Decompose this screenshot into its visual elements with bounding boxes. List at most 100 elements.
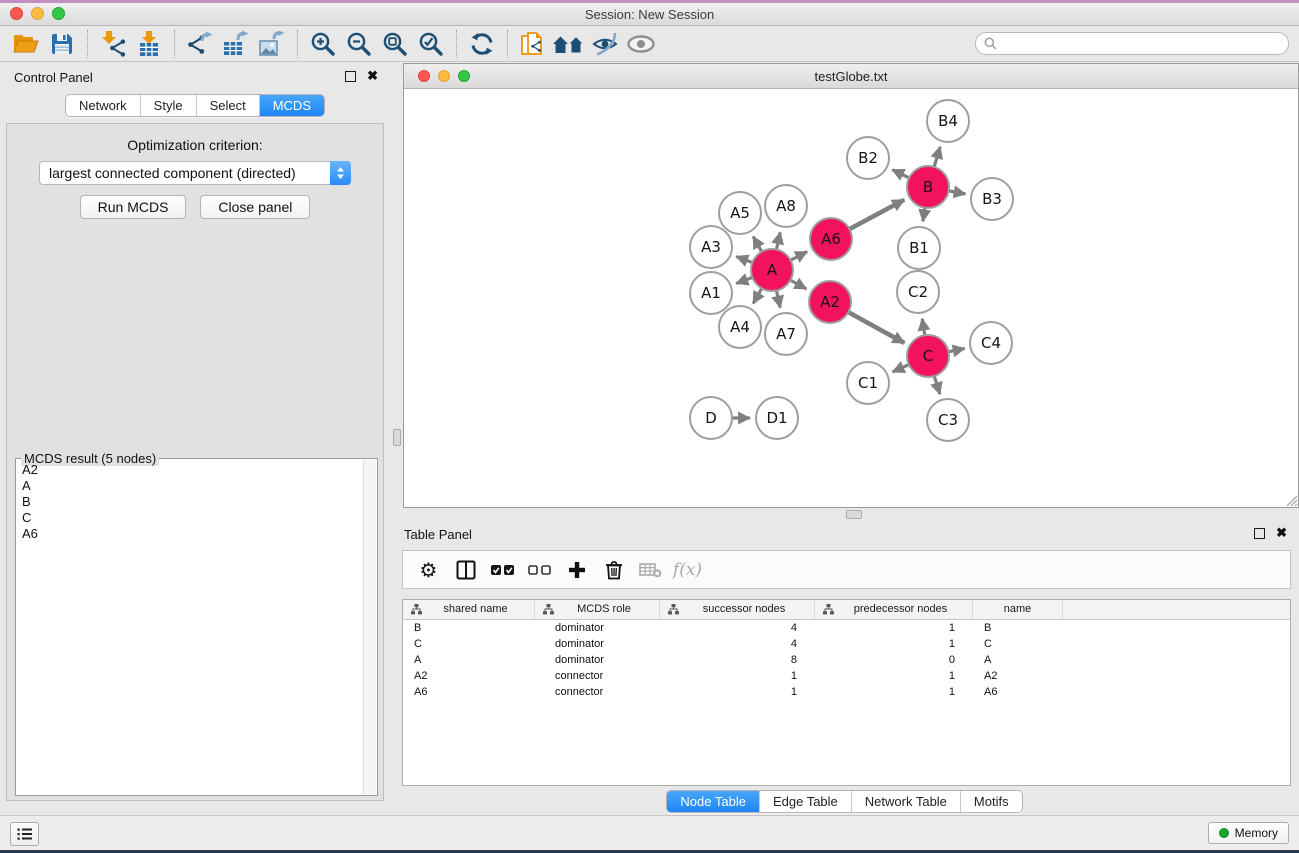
zoom-window-icon[interactable] xyxy=(52,7,65,20)
control-tab-select[interactable]: Select xyxy=(196,95,259,116)
control-panel-title: Control Panel xyxy=(14,70,93,85)
table-tab-motifs[interactable]: Motifs xyxy=(960,791,1022,812)
add-row-button[interactable] xyxy=(558,555,595,585)
table-cell[interactable]: dominator xyxy=(535,620,660,636)
deselect-all-button[interactable] xyxy=(521,555,558,585)
column-header-MCDS-role[interactable]: MCDS role xyxy=(535,600,660,619)
export-network-button[interactable] xyxy=(182,29,218,59)
minimize-window-icon[interactable] xyxy=(31,7,44,20)
delete-column-button[interactable] xyxy=(632,555,669,585)
search-field[interactable] xyxy=(975,32,1289,55)
table-cell[interactable]: A2 xyxy=(973,668,1063,684)
import-network-button[interactable] xyxy=(95,29,131,59)
column-header-shared-name[interactable]: shared name xyxy=(403,600,535,619)
memory-button[interactable]: Memory xyxy=(1208,822,1289,844)
delete-row-button[interactable] xyxy=(595,555,632,585)
table-cell[interactable]: C xyxy=(973,636,1063,652)
table-cell[interactable]: 1 xyxy=(815,636,973,652)
control-tab-network[interactable]: Network xyxy=(66,95,140,116)
close-window-icon[interactable] xyxy=(10,7,23,20)
titlebar[interactable]: Session: New Session xyxy=(0,3,1299,26)
export-table-button[interactable] xyxy=(218,29,254,59)
run-mcds-button[interactable]: Run MCDS xyxy=(80,195,187,219)
table-cell[interactable]: A6 xyxy=(403,684,535,700)
table-cell[interactable]: A xyxy=(973,652,1063,668)
table-cell[interactable]: 4 xyxy=(660,620,815,636)
network-minimize-icon[interactable] xyxy=(438,70,450,82)
table-cell[interactable]: connector xyxy=(535,684,660,700)
import-table-button[interactable] xyxy=(131,29,167,59)
show-all-button[interactable] xyxy=(623,29,659,59)
table-tab-network-table[interactable]: Network Table xyxy=(851,791,960,812)
show-column-button[interactable] xyxy=(447,555,484,585)
network-canvas[interactable]: B4B2BB3A8A5A6A3B1AA1C2A2A4A7C4CC1C3DD1 xyxy=(404,89,1298,507)
column-header-successor-nodes[interactable]: successor nodes xyxy=(660,600,815,619)
table-cell[interactable]: 0 xyxy=(815,652,973,668)
table-cell[interactable]: B xyxy=(973,620,1063,636)
table-row[interactable]: A2connector11A2 xyxy=(403,668,1290,684)
mcds-result-item[interactable]: A2 xyxy=(18,462,362,478)
table-cell[interactable]: dominator xyxy=(535,652,660,668)
optimization-criterion-select[interactable]: largest connected component (directed) xyxy=(39,161,351,185)
hide-selected-button[interactable] xyxy=(587,29,623,59)
table-row[interactable]: A6connector11A6 xyxy=(403,684,1290,700)
table-cell[interactable]: 1 xyxy=(660,684,815,700)
zoom-out-button[interactable] xyxy=(341,29,377,59)
network-close-icon[interactable] xyxy=(418,70,430,82)
select-all-button[interactable] xyxy=(484,555,521,585)
close-panel-button[interactable]: Close panel xyxy=(200,195,310,219)
graph-node-label-C2: C2 xyxy=(908,283,928,301)
table-row[interactable]: Cdominator41C xyxy=(403,636,1290,652)
table-tab-node-table[interactable]: Node Table xyxy=(667,791,759,812)
table-settings-button[interactable]: ⚙ xyxy=(410,555,447,585)
vertical-splitter-grip[interactable] xyxy=(393,429,401,446)
function-builder-button[interactable]: f(x) xyxy=(669,555,706,585)
control-tab-mcds[interactable]: MCDS xyxy=(259,95,324,116)
zoom-in-button[interactable] xyxy=(305,29,341,59)
table-cell[interactable]: 1 xyxy=(815,620,973,636)
close-panel-icon[interactable]: ✖ xyxy=(367,70,378,82)
export-image-button[interactable] xyxy=(254,29,290,59)
result-scrollbar[interactable] xyxy=(363,460,376,794)
table-cell[interactable]: A2 xyxy=(403,668,535,684)
float-panel-icon[interactable] xyxy=(345,71,356,82)
mcds-result-item[interactable]: C xyxy=(18,510,362,526)
mcds-result-item[interactable]: A6 xyxy=(18,526,362,542)
export-to-web-button[interactable] xyxy=(515,29,551,59)
task-history-button[interactable] xyxy=(10,822,39,846)
zoom-selected-button[interactable] xyxy=(413,29,449,59)
float-table-panel-icon[interactable] xyxy=(1254,528,1265,539)
table-cell[interactable]: C xyxy=(403,636,535,652)
first-neighbors-button[interactable] xyxy=(551,29,587,59)
close-table-panel-icon[interactable]: ✖ xyxy=(1276,527,1287,539)
column-header-name[interactable]: name xyxy=(973,600,1063,619)
table-cell[interactable]: dominator xyxy=(535,636,660,652)
mcds-result-item[interactable]: B xyxy=(18,494,362,510)
table-row[interactable]: Bdominator41B xyxy=(403,620,1290,636)
resize-grip-icon[interactable] xyxy=(1284,493,1298,507)
column-header-predecessor-nodes[interactable]: predecessor nodes xyxy=(815,600,973,619)
table-cell[interactable]: connector xyxy=(535,668,660,684)
table-cell[interactable]: B xyxy=(403,620,535,636)
refresh-button[interactable] xyxy=(464,29,500,59)
network-window-titlebar[interactable]: testGlobe.txt xyxy=(404,64,1298,89)
table-cell[interactable]: 1 xyxy=(660,668,815,684)
table-row[interactable]: Adominator80A xyxy=(403,652,1290,668)
table-cell[interactable]: 4 xyxy=(660,636,815,652)
network-zoom-icon[interactable] xyxy=(458,70,470,82)
open-session-button[interactable] xyxy=(8,29,44,59)
table-cell[interactable]: 8 xyxy=(660,652,815,668)
search-input[interactable] xyxy=(1002,36,1280,52)
mcds-result-item[interactable]: A xyxy=(18,478,362,494)
control-tab-style[interactable]: Style xyxy=(140,95,196,116)
save-session-button[interactable] xyxy=(44,29,80,59)
node-table[interactable]: shared nameMCDS rolesuccessor nodesprede… xyxy=(402,599,1291,786)
table-cell[interactable]: 1 xyxy=(815,684,973,700)
table-cell[interactable]: 1 xyxy=(815,668,973,684)
export-table-icon xyxy=(223,31,249,57)
table-cell[interactable]: A xyxy=(403,652,535,668)
table-tab-edge-table[interactable]: Edge Table xyxy=(759,791,851,812)
shared-column-icon xyxy=(823,604,834,615)
table-cell[interactable]: A6 xyxy=(973,684,1063,700)
zoom-fit-button[interactable] xyxy=(377,29,413,59)
